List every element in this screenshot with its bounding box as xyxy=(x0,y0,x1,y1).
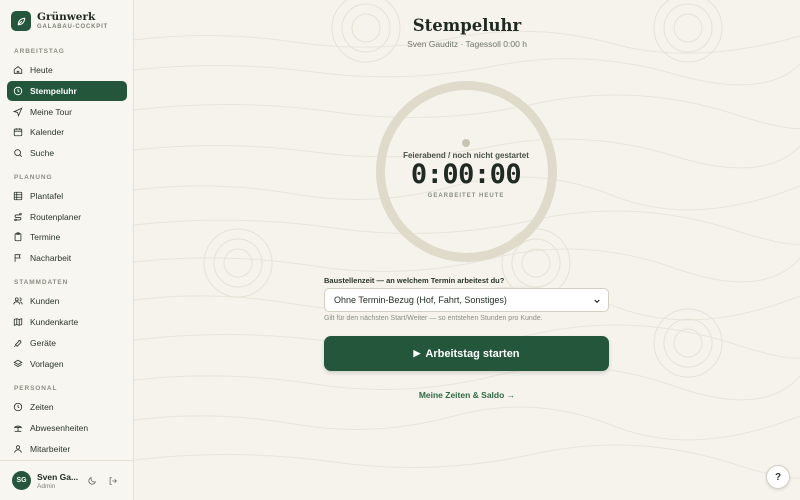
user-name: Sven Ga... xyxy=(37,472,79,482)
sidebar-item-label: Termine xyxy=(30,232,61,242)
avatar[interactable]: SG xyxy=(12,471,31,490)
section-label-planung: PLANUNG xyxy=(14,174,53,181)
sidebar-item-stempeluhr[interactable]: Stempeluhr xyxy=(7,81,127,101)
route-icon xyxy=(14,212,22,222)
sidebar-item-abwesenheiten[interactable]: Abwesenheiten xyxy=(7,418,127,438)
sidebar-item-routenplaner[interactable]: Routenplaner xyxy=(7,207,127,227)
clock-icon xyxy=(13,86,23,96)
sidebar-item-mitarbeiter[interactable]: Mitarbeiter xyxy=(7,439,127,459)
sidebar-item-label: Heute xyxy=(30,65,53,75)
sidebar-item-label: Geräte xyxy=(30,338,56,348)
sidebar-item-nacharbeit[interactable]: Nacharbeit xyxy=(7,248,127,268)
start-workday-button[interactable]: ▶ Arbeitstag starten xyxy=(324,336,609,371)
clock-icon xyxy=(13,402,23,412)
user-icon xyxy=(14,445,22,453)
brand-name: Grünwerk xyxy=(37,11,96,23)
brand[interactable]: Grünwerk GALABAU-COCKPIT xyxy=(11,11,108,31)
user-panel: SG Sven Ga... Admin xyxy=(0,460,134,500)
map-icon xyxy=(13,318,23,326)
grid-icon xyxy=(13,191,23,201)
section-label-arbeitstag: ARBEITSTAG xyxy=(14,48,65,55)
calendar-icon xyxy=(13,128,23,137)
sidebar-item-kunden[interactable]: Kunden xyxy=(7,291,127,311)
layers-icon xyxy=(13,359,23,367)
times-balance-link[interactable]: Meine Zeiten & Saldo → xyxy=(134,390,800,400)
sidebar-item-label: Plantafel xyxy=(30,191,64,201)
sidebar-item-label: Mitarbeiter xyxy=(30,444,71,454)
sidebar-item-zeiten[interactable]: Zeiten xyxy=(7,397,127,417)
navigation-icon xyxy=(13,107,23,117)
assignment-hint: Gilt für den nächsten Start/Weiter — so … xyxy=(324,315,543,322)
main-content: Stempeluhr Sven Gauditz · Tagessoll 0:00… xyxy=(134,0,800,500)
tool-icon xyxy=(13,340,22,348)
sidebar-item-heute[interactable]: Heute xyxy=(7,60,127,80)
users-icon xyxy=(13,297,23,305)
clock-time: 0:00:00 xyxy=(410,159,522,190)
leaf-logo-icon xyxy=(11,11,31,31)
brand-subtitle: GALABAU-COCKPIT xyxy=(37,24,108,30)
assignment-select[interactable]: Ohne Termin-Bezug (Hof, Fahrt, Sonstiges… xyxy=(324,288,609,312)
sidebar-item-label: Vorlagen xyxy=(30,359,64,369)
moon-icon[interactable] xyxy=(87,476,97,486)
play-icon: ▶ xyxy=(413,348,421,358)
sidebar-item-label: Nacharbeit xyxy=(30,253,72,263)
sidebar-item-label: Suche xyxy=(30,148,55,158)
search-icon xyxy=(14,149,23,158)
clock-caption: GEARBEITET HEUTE xyxy=(427,193,505,199)
home-icon xyxy=(13,66,23,74)
sidebar-item-kundenkarte[interactable]: Kundenkarte xyxy=(7,312,127,332)
sidebar-item-label: Meine Tour xyxy=(30,107,72,117)
sidebar-item-kalender[interactable]: Kalender xyxy=(7,122,127,142)
assignment-select-value: Ohne Termin-Bezug (Hof, Fahrt, Sonstiges… xyxy=(334,295,507,305)
sidebar-item-plantafel[interactable]: Plantafel xyxy=(7,186,127,206)
sidebar-item-geraete[interactable]: Geräte xyxy=(7,333,127,353)
start-workday-label: Arbeitstag starten xyxy=(425,347,520,360)
sidebar-item-label: Abwesenheiten xyxy=(30,423,89,433)
sidebar-item-label: Zeiten xyxy=(30,402,54,412)
clipboard-icon xyxy=(14,232,22,242)
sidebar-item-suche[interactable]: Suche xyxy=(7,143,127,163)
flag-icon xyxy=(14,254,21,262)
logout-icon[interactable] xyxy=(108,476,118,486)
sidebar-item-label: Kundenkarte xyxy=(30,317,79,327)
sidebar-item-label: Kalender xyxy=(30,127,65,137)
section-label-personal: PERSONAL xyxy=(14,385,58,392)
sidebar-item-vorlagen[interactable]: Vorlagen xyxy=(7,354,127,374)
sidebar: Grünwerk GALABAU-COCKPIT ARBEITSTAG Heut… xyxy=(0,0,134,500)
progress-dot-icon xyxy=(462,139,470,147)
sidebar-item-label: Kunden xyxy=(30,296,60,306)
chevron-down-icon xyxy=(594,299,600,304)
sidebar-item-label: Stempeluhr xyxy=(30,86,77,96)
user-role: Admin xyxy=(37,483,56,490)
page-title: Stempeluhr xyxy=(412,16,522,35)
page-subtitle: Sven Gauditz · Tagessoll 0:00 h xyxy=(407,39,527,49)
beach-icon xyxy=(13,425,23,432)
sidebar-item-termine[interactable]: Termine xyxy=(7,227,127,247)
assignment-label: Baustellenzeit — an welchem Termin arbei… xyxy=(324,276,505,285)
help-button[interactable]: ? xyxy=(766,465,790,489)
sidebar-item-label: Routenplaner xyxy=(30,212,82,222)
section-label-stammdaten: STAMMDATEN xyxy=(14,279,69,286)
sidebar-item-meine-tour[interactable]: Meine Tour xyxy=(7,102,127,122)
